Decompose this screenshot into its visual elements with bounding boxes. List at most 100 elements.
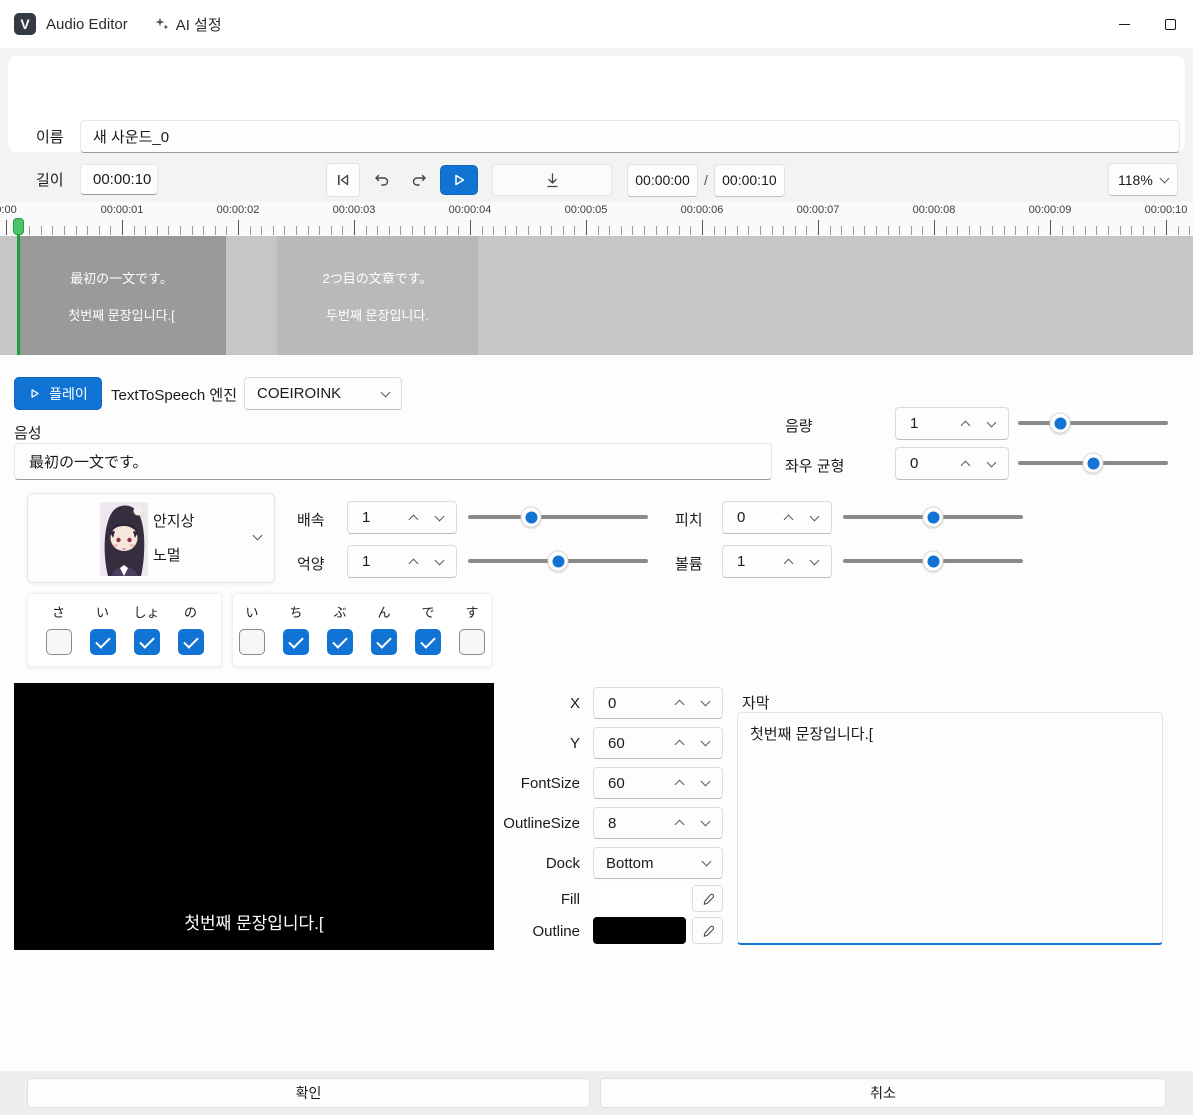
total-time-box[interactable]: 00:00:10 xyxy=(714,164,785,197)
volume-slider[interactable] xyxy=(843,559,1023,563)
ruler-tick xyxy=(157,226,158,235)
speed-decrement-button[interactable] xyxy=(426,505,452,531)
y-decrement-button[interactable] xyxy=(692,730,718,756)
x-spinner[interactable]: 0 xyxy=(593,687,723,719)
character-selector[interactable]: 안지상 노멀 xyxy=(27,493,275,583)
outline-color-swatch[interactable] xyxy=(593,917,686,944)
slider-thumb[interactable] xyxy=(1083,453,1104,474)
x-increment-button[interactable] xyxy=(666,690,692,716)
volume-label: 볼륨 xyxy=(675,553,703,574)
fontsize-decrement-button[interactable] xyxy=(692,770,718,796)
name-input[interactable] xyxy=(80,120,1180,153)
gain-spinner[interactable]: 1 xyxy=(895,407,1009,440)
mora-checkbox[interactable] xyxy=(327,629,353,655)
ruler-tick xyxy=(621,226,622,235)
fontsize-increment-button[interactable] xyxy=(666,770,692,796)
pitch-decrement-button[interactable] xyxy=(801,505,827,531)
chevron-up-icon xyxy=(960,420,970,430)
x-decrement-button[interactable] xyxy=(692,690,718,716)
balance-spinner[interactable]: 0 xyxy=(895,447,1009,480)
caption-textarea[interactable]: 첫번째 문장입니다.[ xyxy=(737,712,1163,945)
ruler-tick xyxy=(806,226,807,235)
ruler-tick xyxy=(377,226,378,235)
outline-color-picker-button[interactable] xyxy=(692,917,723,944)
balance-increment-button[interactable] xyxy=(952,451,978,477)
balance-decrement-button[interactable] xyxy=(978,451,1004,477)
ruler-tick xyxy=(110,226,111,235)
outlinesize-decrement-button[interactable] xyxy=(692,810,718,836)
slider-thumb[interactable] xyxy=(548,551,569,572)
skip-to-start-button[interactable] xyxy=(326,163,360,197)
current-time-box[interactable]: 00:00:00 xyxy=(627,164,698,197)
ruler-tick xyxy=(992,226,993,235)
audio-clip-selected[interactable]: 最初の一文です。첫번째 문장입니다.[ xyxy=(17,236,226,355)
ai-settings-menu[interactable]: AI 설정 xyxy=(154,14,222,35)
mora-group-1: さいしょの xyxy=(27,593,222,667)
mora-checkbox[interactable] xyxy=(459,629,485,655)
ruler-time-label: 00:00:10 xyxy=(1145,204,1188,216)
clip-play-button[interactable]: 플레이 xyxy=(14,377,102,410)
speed-spinner[interactable]: 1 xyxy=(347,501,457,534)
undo-button[interactable] xyxy=(367,163,397,197)
pitch-increment-button[interactable] xyxy=(775,505,801,531)
mora-checkbox[interactable] xyxy=(415,629,441,655)
slider-thumb[interactable] xyxy=(521,507,542,528)
ruler-time-label: 00:00:04 xyxy=(449,204,492,216)
video-preview: 첫번째 문장입니다.[ xyxy=(14,683,494,950)
y-increment-button[interactable] xyxy=(666,730,692,756)
ok-button[interactable]: 확인 xyxy=(27,1078,590,1108)
ruler-tick xyxy=(1178,226,1179,235)
ruler-tick xyxy=(1073,226,1074,235)
speed-increment-button[interactable] xyxy=(400,505,426,531)
audio-clip[interactable]: 2つ目の文章です。두번째 문장입니다. xyxy=(277,236,478,355)
timeline-ruler[interactable]: 0:0000:00:0100:00:0200:00:0300:00:0400:0… xyxy=(0,202,1193,236)
pitch-spinner[interactable]: 0 xyxy=(722,501,832,534)
intonation-spinner[interactable]: 1 xyxy=(347,545,457,578)
gain-increment-button[interactable] xyxy=(952,411,978,437)
minimize-button[interactable] xyxy=(1101,0,1147,48)
volume-spinner[interactable]: 1 xyxy=(722,545,832,578)
outlinesize-increment-button[interactable] xyxy=(666,810,692,836)
transport-play-button[interactable] xyxy=(440,165,478,195)
ruler-tick xyxy=(922,226,923,235)
timeline-zoom-dropdown[interactable]: 118% xyxy=(1108,163,1178,196)
dock-dropdown[interactable]: Bottom xyxy=(593,847,723,879)
maximize-button[interactable] xyxy=(1147,0,1193,48)
mora-checkbox[interactable] xyxy=(283,629,309,655)
y-spinner[interactable]: 60 xyxy=(593,727,723,759)
clip-text-line2: 첫번째 문장입니다.[ xyxy=(68,305,175,324)
playhead[interactable] xyxy=(13,218,25,355)
gain-slider[interactable] xyxy=(1018,421,1168,425)
slider-thumb[interactable] xyxy=(1050,413,1071,434)
move-to-cursor-button[interactable] xyxy=(492,164,612,196)
fill-color-picker-button[interactable] xyxy=(692,885,723,912)
volume-decrement-button[interactable] xyxy=(801,549,827,575)
mora-checkbox[interactable] xyxy=(371,629,397,655)
tts-engine-dropdown[interactable]: COEIROINK xyxy=(244,377,402,410)
mora-checkbox[interactable] xyxy=(90,629,116,655)
intonation-slider[interactable] xyxy=(468,559,648,563)
slider-thumb[interactable] xyxy=(923,551,944,572)
speed-slider[interactable] xyxy=(468,515,648,519)
slider-thumb[interactable] xyxy=(923,507,944,528)
fill-color-swatch[interactable] xyxy=(593,885,688,912)
fontsize-spinner[interactable]: 60 xyxy=(593,767,723,799)
timeline-track[interactable]: 最初の一文です。첫번째 문장입니다.[ 2つ目の文章です。두번째 문장입니다. xyxy=(0,236,1193,355)
chevron-down-icon xyxy=(700,777,710,787)
mora-checkbox[interactable] xyxy=(134,629,160,655)
cancel-button[interactable]: 취소 xyxy=(600,1078,1166,1108)
voice-text-input[interactable] xyxy=(14,443,772,480)
intonation-increment-button[interactable] xyxy=(400,549,426,575)
volume-increment-button[interactable] xyxy=(775,549,801,575)
gain-decrement-button[interactable] xyxy=(978,411,1004,437)
mora-checkbox[interactable] xyxy=(178,629,204,655)
intonation-decrement-button[interactable] xyxy=(426,549,452,575)
balance-slider[interactable] xyxy=(1018,461,1168,465)
outlinesize-spinner[interactable]: 8 xyxy=(593,807,723,839)
redo-button[interactable] xyxy=(404,163,434,197)
mora-checkbox[interactable] xyxy=(239,629,265,655)
pitch-slider[interactable] xyxy=(843,515,1023,519)
mora-checkbox[interactable] xyxy=(46,629,72,655)
ruler-tick xyxy=(516,226,517,235)
playhead-handle[interactable] xyxy=(13,218,24,235)
